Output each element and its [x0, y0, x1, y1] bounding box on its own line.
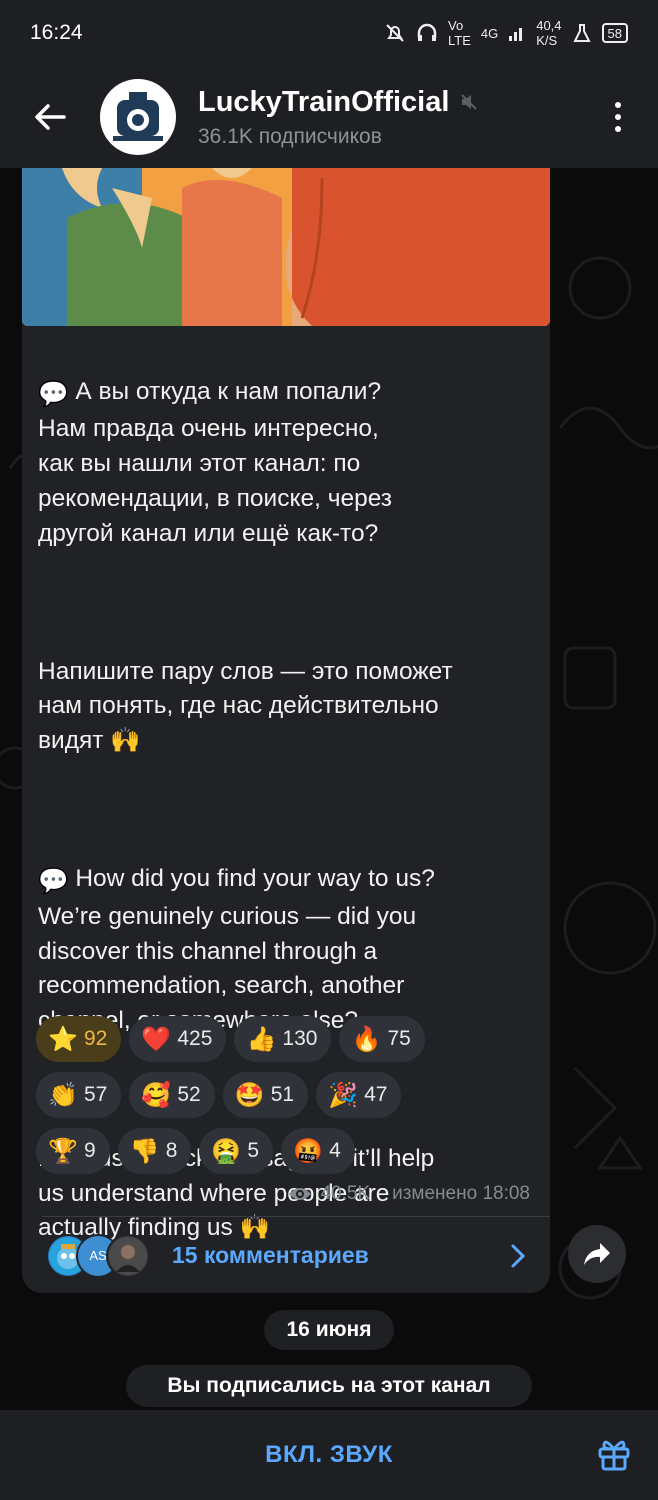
chevron-right-icon	[511, 1244, 526, 1267]
channel-post[interactable]: 💬 А вы откуда к нам попали? Нам правда о…	[22, 168, 550, 1293]
share-button[interactable]	[568, 1225, 626, 1283]
back-button[interactable]	[18, 85, 82, 149]
bottom-bar: ВКЛ. ЗВУК	[0, 1410, 658, 1500]
network-type: 4G	[480, 25, 499, 41]
reaction-heart[interactable]: ❤️ 425	[129, 1016, 227, 1062]
speech-bubble-icon: 💬	[38, 380, 69, 408]
vomit-icon: 🤮	[211, 1137, 242, 1165]
flask-icon	[572, 24, 591, 42]
arrow-left-icon	[35, 104, 66, 130]
signal-icon	[509, 28, 523, 41]
people-illustration-icon	[22, 168, 550, 326]
person-avatar-icon	[109, 1236, 147, 1275]
volte-icon: Vo LTE	[447, 18, 471, 48]
reaction-thumbs-up[interactable]: 👍 130	[234, 1016, 332, 1062]
battery-icon: 58	[601, 23, 628, 43]
more-menu-button[interactable]	[598, 87, 638, 147]
smiling-hearts-icon: 🥰	[141, 1081, 172, 1109]
divider	[42, 1216, 550, 1217]
service-message: Вы подписались на этот канал	[126, 1365, 532, 1407]
view-count: 40.5K	[320, 1183, 371, 1204]
more-dot	[615, 126, 621, 132]
paragraph: 💬 How did you find your way to us? We’re…	[38, 865, 435, 1034]
paragraph: 💬 А вы откуда к нам попали? Нам правда о…	[38, 377, 393, 547]
trophy-icon: 🏆	[48, 1137, 78, 1165]
speech-bubble-icon: 💬	[38, 868, 69, 896]
status-time: 16:24	[30, 21, 83, 44]
comments-label: 15 комментариев	[172, 1242, 369, 1268]
thumbs-down-icon: 👎	[129, 1137, 160, 1165]
chat-header: LuckyTrainOfficial 36.1K подписчиков	[0, 66, 658, 168]
muted-speaker-icon	[461, 94, 478, 110]
party-popper-icon: 🎉	[328, 1081, 359, 1109]
raised-hands-icon: 🙌	[110, 727, 141, 755]
channel-avatar[interactable]	[100, 79, 176, 155]
eye-icon	[289, 1188, 312, 1200]
network-speed: 40,4 K/S	[536, 18, 562, 48]
reaction-trophy[interactable]: 🏆 9	[36, 1128, 110, 1174]
subscriber-count: 36.1K подписчиков	[198, 124, 382, 148]
paragraph: Напишите пару слов — это поможет нам пон…	[38, 657, 453, 755]
reaction-thumbs-down[interactable]: 👎 8	[117, 1128, 192, 1174]
share-arrow-icon	[584, 1243, 610, 1265]
date-separator: 16 июня	[264, 1310, 394, 1350]
clap-icon: 👏	[48, 1081, 78, 1109]
comments-button[interactable]: AS 15 комментариев	[22, 1218, 550, 1293]
more-dot	[615, 114, 621, 120]
reaction-clap[interactable]: 👏 57	[36, 1072, 122, 1118]
post-meta: 40.5K изменено 18:08	[288, 1183, 530, 1205]
edited-timestamp: изменено 18:08	[392, 1183, 530, 1204]
reaction-vomit[interactable]: 🤮 5	[199, 1128, 274, 1174]
mute-bell-icon	[386, 24, 404, 42]
more-dot	[615, 102, 621, 108]
reaction-fire[interactable]: 🔥 75	[339, 1016, 425, 1062]
status-icons: Vo LTE 4G 40,4 K/S 58	[384, 18, 628, 48]
reaction-star-struck[interactable]: 🤩 51	[222, 1072, 309, 1118]
reactions: ⭐ 92 ❤️ 425 👍 130 🔥 75 👏 57 🥰 52 🤩 51 🎉 47 🏆 9 👎 8…	[36, 1016, 546, 1184]
reaction-party-popper[interactable]: 🎉 47	[316, 1072, 402, 1118]
reaction-smiling-hearts[interactable]: 🥰 52	[129, 1072, 215, 1118]
train-logo-icon	[104, 83, 172, 151]
headphones-icon	[417, 23, 437, 41]
cursing-face-icon: 🤬	[293, 1137, 323, 1165]
star-struck-icon: 🤩	[234, 1081, 265, 1109]
fire-icon: 🔥	[351, 1025, 382, 1053]
avatar	[106, 1233, 150, 1278]
reaction-star[interactable]: ⭐ 92	[36, 1016, 122, 1062]
star-icon: ⭐	[48, 1025, 78, 1053]
post-image[interactable]	[22, 168, 550, 326]
status-bar: 16:24 Vo LTE 4G 40,4 K/S 58	[0, 0, 658, 66]
thumbs-up-icon: 👍	[246, 1025, 277, 1053]
commenter-avatars: AS	[46, 1233, 150, 1278]
unmute-button[interactable]: ВКЛ. ЗВУК	[265, 1441, 393, 1469]
reaction-cursing-face[interactable]: 🤬 4	[281, 1128, 355, 1174]
channel-title[interactable]: LuckyTrainOfficial	[198, 86, 449, 119]
gift-icon[interactable]	[596, 1436, 632, 1472]
heart-icon: ❤️	[141, 1025, 172, 1053]
